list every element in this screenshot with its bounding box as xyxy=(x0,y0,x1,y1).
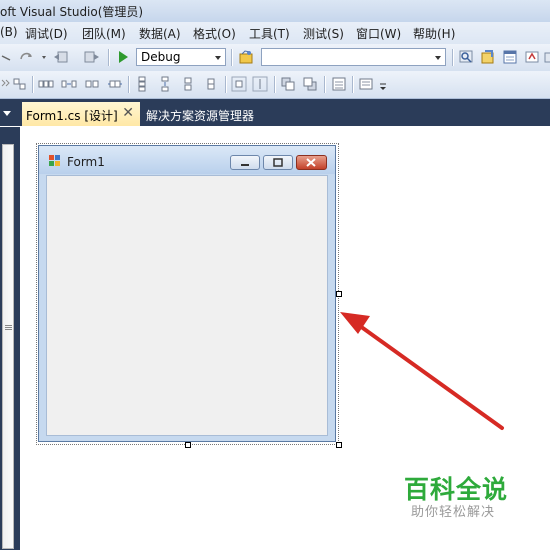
menu-item-test[interactable]: 测试(S) xyxy=(303,25,344,42)
resize-handle-bottom-right[interactable] xyxy=(336,442,342,448)
toolbar-separator xyxy=(32,76,33,93)
toolbar-separator xyxy=(108,49,109,66)
window-title: oft Visual Studio(管理员) xyxy=(0,5,144,19)
title-bar: oft Visual Studio(管理员) xyxy=(0,0,550,23)
close-icon[interactable]: ✕ xyxy=(122,105,134,121)
center-vertically-icon[interactable] xyxy=(252,76,268,92)
scrollbar-grip[interactable] xyxy=(5,325,12,326)
properties-window-icon[interactable] xyxy=(502,49,518,65)
toolbar-separator xyxy=(452,49,453,66)
make-vertical-spacing-equal-icon[interactable] xyxy=(134,76,150,92)
solution-explorer-icon[interactable] xyxy=(480,49,496,65)
form-icon xyxy=(49,155,60,166)
tab-dropdown-icon[interactable] xyxy=(3,111,11,116)
menu-item-tools[interactable]: 工具(T) xyxy=(249,25,290,42)
left-panel xyxy=(0,127,20,550)
tab-order-icon[interactable] xyxy=(331,76,347,92)
close-icon xyxy=(306,158,316,167)
form-window[interactable]: Form1 xyxy=(38,145,336,442)
object-browser-icon[interactable] xyxy=(524,49,540,65)
toolbox-icon[interactable] xyxy=(544,49,550,65)
minimize-button[interactable] xyxy=(230,155,260,170)
navigate-backward-icon[interactable] xyxy=(52,49,72,65)
toolbar-separator xyxy=(225,76,226,93)
menu-item-build[interactable]: (B) xyxy=(0,25,18,39)
find-in-files-icon[interactable] xyxy=(238,49,254,65)
close-button[interactable] xyxy=(296,155,327,170)
solution-configuration-value: Debug xyxy=(141,50,181,64)
chevron-down-icon xyxy=(215,56,221,60)
form-client-area[interactable] xyxy=(46,175,328,436)
bring-to-front-icon[interactable] xyxy=(280,76,296,92)
form-title-bar: Form1 xyxy=(39,146,335,174)
tab-form1-design[interactable]: Form1.cs [设计] ✕ xyxy=(22,102,140,126)
solution-configuration-dropdown[interactable]: Debug xyxy=(136,48,226,66)
toolbar-separator xyxy=(231,49,232,66)
menu-item-format[interactable]: 格式(O) xyxy=(193,25,236,42)
remove-horizontal-spacing-icon[interactable] xyxy=(107,76,123,92)
minimize-icon xyxy=(241,164,249,166)
menu-item-debug[interactable]: 调试(D) xyxy=(25,25,68,42)
menu-item-team[interactable]: 团队(M) xyxy=(82,25,126,42)
menu-bar: (B) 调试(D) 团队(M) 数据(A) 格式(O) 工具(T) 测试(S) … xyxy=(0,22,550,44)
toolbar-separator xyxy=(352,76,353,93)
start-debugging-icon[interactable] xyxy=(115,49,131,65)
remove-vertical-spacing-icon[interactable] xyxy=(203,76,219,92)
menu-item-help[interactable]: 帮助(H) xyxy=(413,25,455,42)
undo-arrow-icon[interactable] xyxy=(0,49,14,65)
toolbar-separator xyxy=(274,76,275,93)
menu-item-window[interactable]: 窗口(W) xyxy=(356,25,401,42)
send-to-back-icon[interactable] xyxy=(302,76,318,92)
document-tab-strip: Form1.cs [设计] ✕ 解决方案资源管理器 xyxy=(0,99,550,126)
align-to-grid-icon[interactable] xyxy=(0,76,28,92)
redo-icon[interactable] xyxy=(18,49,52,65)
find-combo-box[interactable] xyxy=(261,48,446,66)
standard-toolbar: Debug xyxy=(0,44,550,72)
layout-toolbar xyxy=(0,71,550,99)
increase-vertical-spacing-icon[interactable] xyxy=(157,76,173,92)
annotation-arrow-icon xyxy=(340,312,504,430)
toolbar-separator xyxy=(128,76,129,93)
make-horizontal-spacing-equal-icon[interactable] xyxy=(38,76,54,92)
chevron-down-icon xyxy=(435,56,441,60)
watermark-subtitle: 助你轻松解决 xyxy=(411,505,496,520)
find-icon[interactable] xyxy=(458,49,474,65)
center-horizontally-icon[interactable] xyxy=(231,76,247,92)
toolbar-options-icon[interactable] xyxy=(358,76,388,92)
vertical-scrollbar[interactable] xyxy=(2,144,14,549)
decrease-vertical-spacing-icon[interactable] xyxy=(180,76,196,92)
resize-handle-right[interactable] xyxy=(336,291,342,297)
tab-solution-explorer[interactable]: 解决方案资源管理器 xyxy=(146,107,254,124)
navigate-forward-icon[interactable] xyxy=(82,49,102,65)
resize-handle-bottom[interactable] xyxy=(185,442,191,448)
increase-horizontal-spacing-icon[interactable] xyxy=(61,76,77,92)
decrease-horizontal-spacing-icon[interactable] xyxy=(84,76,100,92)
maximize-button[interactable] xyxy=(263,155,293,170)
form-title: Form1 xyxy=(67,155,105,169)
menu-item-data[interactable]: 数据(A) xyxy=(139,25,181,42)
toolbar-separator xyxy=(324,76,325,93)
tab-form1-design-label: Form1.cs [设计] xyxy=(26,109,118,123)
maximize-icon xyxy=(273,158,283,167)
